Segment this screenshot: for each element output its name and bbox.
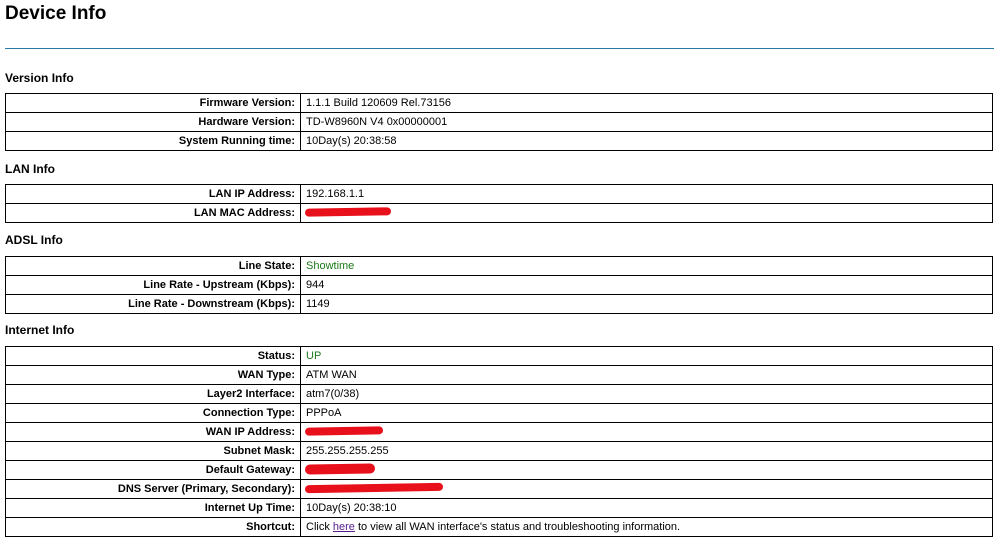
table-row: Status: UP <box>5 346 993 366</box>
connection-type-value: PPPoA <box>300 403 993 423</box>
line-state-label: Line State: <box>5 256 301 276</box>
table-row: Default Gateway: <box>5 460 993 480</box>
table-row: Subnet Mask: 255.255.255.255 <box>5 441 993 461</box>
table-row: LAN MAC Address: <box>5 203 993 223</box>
line-rate-downstream-label: Line Rate - Downstream (Kbps): <box>5 294 301 314</box>
page-title: Device Info <box>5 3 107 24</box>
table-row: WAN IP Address: <box>5 422 993 442</box>
lan-mac-address-value <box>300 203 993 223</box>
system-running-time-label: System Running time: <box>5 131 301 151</box>
adsl-info-table: Line State: Showtime Line Rate - Upstrea… <box>5 256 993 314</box>
layer2-interface-value: atm7(0/38) <box>300 384 993 404</box>
line-rate-upstream-value: 944 <box>300 275 993 295</box>
section-title-internet: Internet Info <box>5 323 75 337</box>
firmware-version-value: 1.1.1 Build 120609 Rel.73156 <box>300 93 993 113</box>
internet-info-table: Status: UP WAN Type: ATM WAN Layer2 Inte… <box>5 346 993 537</box>
shortcut-value: Click here to view all WAN interface's s… <box>300 517 993 537</box>
redaction-mark <box>304 482 444 494</box>
default-gateway-value <box>300 460 993 480</box>
redaction-mark <box>304 463 376 475</box>
table-row: Firmware Version: 1.1.1 Build 120609 Rel… <box>5 93 993 113</box>
wan-type-label: WAN Type: <box>5 365 301 385</box>
table-row: System Running time: 10Day(s) 20:38:58 <box>5 131 993 151</box>
section-title-version: Version Info <box>5 71 74 85</box>
status-label: Status: <box>5 346 301 366</box>
section-title-adsl: ADSL Info <box>5 233 63 247</box>
version-info-table: Firmware Version: 1.1.1 Build 120609 Rel… <box>5 93 993 151</box>
status-value: UP <box>300 346 993 366</box>
table-row: DNS Server (Primary, Secondary): <box>5 479 993 499</box>
dns-server-value <box>300 479 993 499</box>
redaction-mark <box>304 426 384 436</box>
lan-ip-address-value: 192.168.1.1 <box>300 184 993 204</box>
title-divider <box>5 48 994 49</box>
table-row: Shortcut: Click here to view all WAN int… <box>5 517 993 537</box>
hardware-version-value: TD-W8960N V4 0x00000001 <box>300 112 993 132</box>
table-row: Internet Up Time: 10Day(s) 20:38:10 <box>5 498 993 518</box>
table-row: Connection Type: PPPoA <box>5 403 993 423</box>
shortcut-prefix: Click <box>306 521 333 533</box>
subnet-mask-label: Subnet Mask: <box>5 441 301 461</box>
table-row: Layer2 Interface: atm7(0/38) <box>5 384 993 404</box>
section-title-lan: LAN Info <box>5 162 55 176</box>
wan-ip-address-value <box>300 422 993 442</box>
wan-status-link[interactable]: here <box>333 521 355 533</box>
lan-ip-address-label: LAN IP Address: <box>5 184 301 204</box>
line-state-value: Showtime <box>300 256 993 276</box>
line-rate-upstream-label: Line Rate - Upstream (Kbps): <box>5 275 301 295</box>
connection-type-label: Connection Type: <box>5 403 301 423</box>
table-row: LAN IP Address: 192.168.1.1 <box>5 184 993 204</box>
firmware-version-label: Firmware Version: <box>5 93 301 113</box>
dns-server-label: DNS Server (Primary, Secondary): <box>5 479 301 499</box>
table-row: WAN Type: ATM WAN <box>5 365 993 385</box>
internet-up-time-value: 10Day(s) 20:38:10 <box>300 498 993 518</box>
shortcut-label: Shortcut: <box>5 517 301 537</box>
redaction-mark <box>304 207 392 217</box>
lan-info-table: LAN IP Address: 192.168.1.1 LAN MAC Addr… <box>5 184 993 223</box>
lan-mac-address-label: LAN MAC Address: <box>5 203 301 223</box>
hardware-version-label: Hardware Version: <box>5 112 301 132</box>
layer2-interface-label: Layer2 Interface: <box>5 384 301 404</box>
table-row: Line Rate - Upstream (Kbps): 944 <box>5 275 993 295</box>
line-rate-downstream-value: 1149 <box>300 294 993 314</box>
table-row: Line State: Showtime <box>5 256 993 276</box>
table-row: Hardware Version: TD-W8960N V4 0x0000000… <box>5 112 993 132</box>
subnet-mask-value: 255.255.255.255 <box>300 441 993 461</box>
internet-up-time-label: Internet Up Time: <box>5 498 301 518</box>
table-row: Line Rate - Downstream (Kbps): 1149 <box>5 294 993 314</box>
shortcut-suffix: to view all WAN interface's status and t… <box>354 521 681 533</box>
default-gateway-label: Default Gateway: <box>5 460 301 480</box>
system-running-time-value: 10Day(s) 20:38:58 <box>300 131 993 151</box>
wan-type-value: ATM WAN <box>300 365 993 385</box>
wan-ip-address-label: WAN IP Address: <box>5 422 301 442</box>
